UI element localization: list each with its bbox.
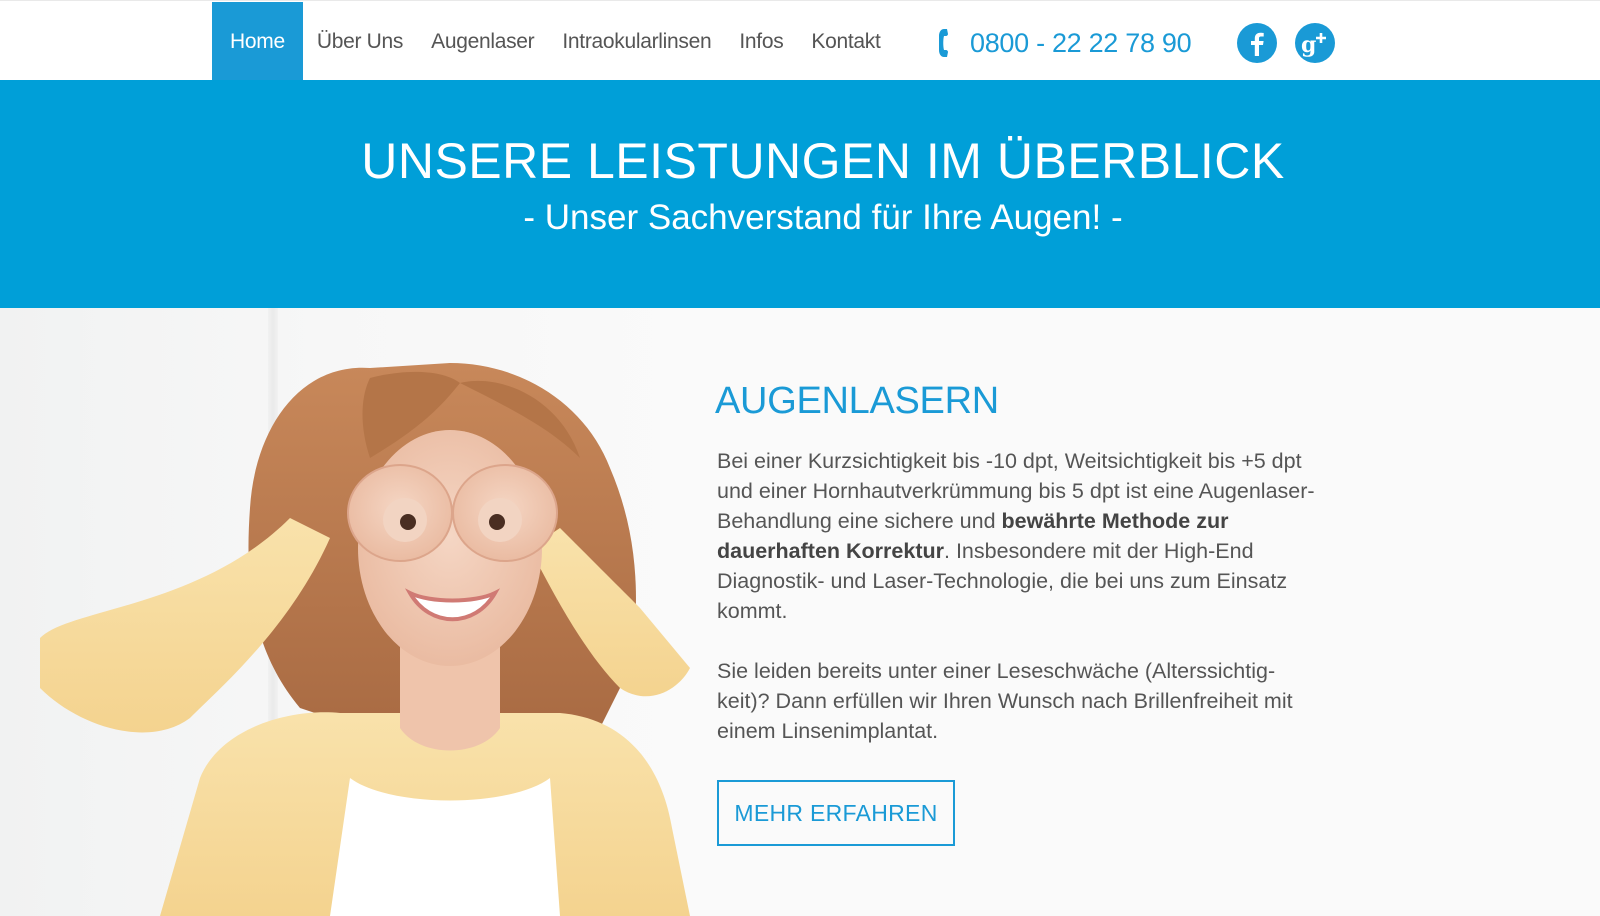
section-title: AUGENLASERN: [715, 380, 999, 422]
section-paragraph-1: Bei einer Kurzsichtigkeit bis -10 dpt, W…: [717, 446, 1317, 626]
phone-icon: [938, 27, 958, 59]
hero-subtitle: - Unser Sachverstand für Ihre Augen! -: [523, 198, 1123, 237]
nav-item-infos[interactable]: Infos: [725, 2, 797, 81]
nav-item-intraokularlinsen[interactable]: Intraokularlinsen: [548, 2, 725, 81]
hero-title: UNSERE LEISTUNGEN IM ÜBERBLICK: [361, 133, 1285, 189]
google-plus-icon[interactable]: g: [1295, 23, 1335, 63]
facebook-icon[interactable]: [1237, 23, 1277, 63]
nav-item-kontakt[interactable]: Kontakt: [797, 2, 894, 81]
top-navbar: Home Über Uns Augenlaser Intraokularlins…: [0, 0, 1600, 81]
woman-photo: [40, 363, 690, 916]
phone-contact[interactable]: 0800 - 22 22 78 90: [938, 23, 1192, 63]
service-section: AUGENLASERN Bei einer Kurzsichtigkeit bi…: [0, 308, 1600, 916]
svg-text:g: g: [1301, 32, 1316, 58]
hero-banner: UNSERE LEISTUNGEN IM ÜBERBLICK - Unser S…: [0, 80, 1600, 308]
nav-item-augenlaser[interactable]: Augenlaser: [417, 2, 548, 81]
main-menu: Home Über Uns Augenlaser Intraokularlins…: [212, 2, 895, 81]
nav-item-ueber-uns[interactable]: Über Uns: [303, 2, 417, 81]
phone-number: 0800 - 22 22 78 90: [970, 27, 1192, 58]
mehr-erfahren-button[interactable]: MEHR ERFAHREN: [717, 780, 955, 846]
section-paragraph-2: Sie leiden bereits unter einer Leseschwä…: [717, 659, 1293, 743]
nav-item-home[interactable]: Home: [212, 2, 303, 81]
